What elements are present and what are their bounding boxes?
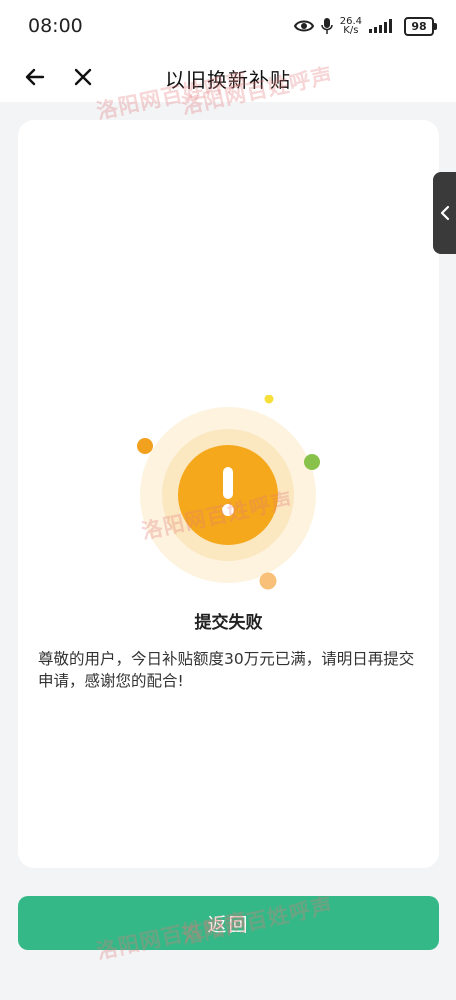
network-speed-unit: K/s	[343, 25, 359, 36]
status-time: 08:00	[28, 15, 83, 37]
status-bar: 08:00 26.4 K/s 98	[0, 0, 456, 52]
warning-illustration	[137, 395, 320, 590]
eye-icon	[293, 20, 314, 32]
chevron-left-icon	[440, 205, 449, 221]
result-title: 提交失败	[194, 613, 263, 633]
side-expand-tab[interactable]	[433, 172, 456, 254]
microphone-icon	[320, 18, 333, 34]
network-speed: 26.4 K/s	[340, 17, 362, 36]
status-icons: 26.4 K/s 98	[293, 14, 437, 38]
battery-level: 98	[411, 19, 427, 33]
result-message: 尊敬的用户，今日补贴额度30万元已满，请明日再提交申请，感谢您的配合!	[38, 650, 415, 690]
signal-icon	[369, 19, 392, 33]
battery-indicator: 98	[404, 16, 437, 36]
